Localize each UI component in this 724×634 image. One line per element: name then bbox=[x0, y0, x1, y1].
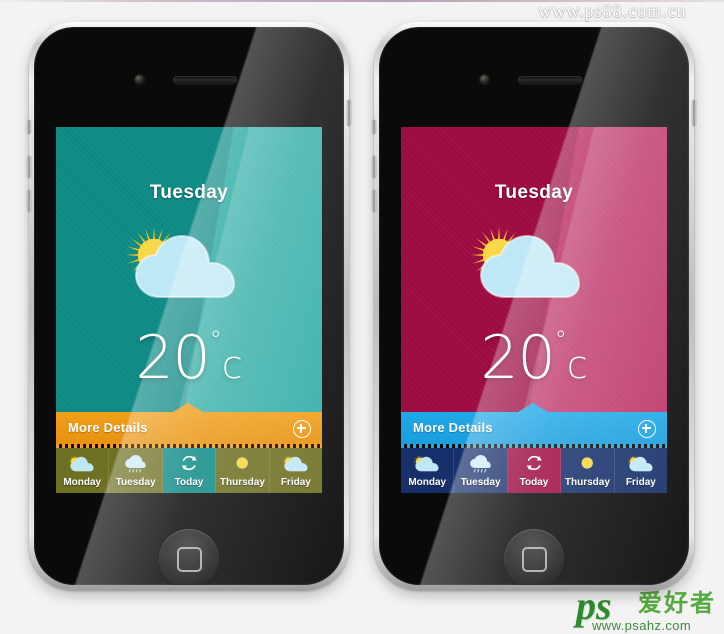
home-square-icon bbox=[522, 547, 547, 572]
weekday-forecast-bar: Monday Tuesday Today Thursday Friday bbox=[401, 448, 667, 493]
weekday-label: Today bbox=[519, 477, 549, 488]
weekday-label: Today bbox=[174, 477, 204, 488]
front-camera-icon bbox=[480, 75, 489, 84]
front-camera-icon bbox=[135, 75, 144, 84]
weekday-tile-thursday[interactable]: Thursday bbox=[561, 448, 615, 493]
weekday-tile-thursday[interactable]: Thursday bbox=[216, 448, 270, 493]
phone-device-1: Tuesday 20°c More Details Monday Tuesday… bbox=[27, 22, 351, 590]
sun-behind-cloud-icon bbox=[270, 453, 322, 473]
current-day-label: Tuesday bbox=[149, 182, 229, 203]
more-details-bar[interactable]: More Details bbox=[401, 403, 667, 444]
volume-down-button[interactable] bbox=[372, 190, 376, 212]
weekday-tile-today[interactable]: Today bbox=[162, 448, 217, 493]
temperature-readout: 20°c bbox=[56, 323, 322, 393]
logo-url-text: www.psahz.com bbox=[592, 618, 692, 633]
weekday-tile-tuesday[interactable]: Tuesday bbox=[109, 448, 163, 493]
weekday-label: Monday bbox=[63, 477, 102, 488]
rain-cloud-icon bbox=[109, 453, 161, 473]
sun-behind-cloud-icon bbox=[401, 453, 453, 473]
phone-device-2: Tuesday 20°c More Details Monday Tuesday… bbox=[372, 22, 696, 590]
phone-bezel: Tuesday 20°c More Details Monday Tuesday… bbox=[34, 27, 344, 585]
site-watermark: www.ps88.com.cn bbox=[538, 1, 687, 21]
logo-chinese-text: 爱好者 bbox=[638, 590, 716, 617]
weekday-label: Monday bbox=[408, 477, 447, 488]
mute-switch[interactable] bbox=[27, 120, 31, 134]
temperature-value: 20 bbox=[480, 323, 555, 393]
weekday-label: Thursday bbox=[219, 477, 265, 488]
sun-icon bbox=[561, 453, 613, 473]
weekday-tile-friday[interactable]: Friday bbox=[270, 448, 322, 493]
power-button[interactable] bbox=[347, 100, 351, 126]
power-button[interactable] bbox=[692, 100, 696, 126]
sun-behind-cloud-icon bbox=[116, 219, 256, 305]
temperature-value: 20 bbox=[135, 323, 210, 393]
weekday-label: Tuesday bbox=[460, 477, 501, 488]
psahz-logo: ps 爱好者 www.psahz.com bbox=[576, 586, 724, 634]
sun-behind-cloud-icon bbox=[56, 453, 108, 473]
weekday-forecast-bar: Monday Tuesday Today Thursday Friday bbox=[56, 448, 322, 493]
home-button[interactable] bbox=[504, 529, 564, 585]
current-day-label: Tuesday bbox=[494, 182, 574, 203]
phone-screen: Tuesday 20°c More Details Monday Tuesday… bbox=[401, 127, 667, 497]
weather-hero: Tuesday 20°c bbox=[56, 127, 322, 412]
rain-cloud-icon bbox=[454, 453, 506, 473]
weekday-tile-friday[interactable]: Friday bbox=[615, 448, 667, 493]
degree-symbol: ° bbox=[209, 326, 222, 354]
refresh-icon bbox=[163, 453, 215, 473]
details-bar-notch bbox=[518, 403, 548, 412]
refresh-icon bbox=[508, 453, 560, 473]
temperature-unit: c bbox=[221, 343, 243, 387]
plus-circle-icon[interactable] bbox=[293, 420, 311, 438]
weekday-tile-today[interactable]: Today bbox=[507, 448, 562, 493]
degree-symbol: ° bbox=[554, 326, 567, 354]
more-details-label: More Details bbox=[413, 420, 493, 435]
weekday-label: Friday bbox=[280, 477, 311, 488]
sun-icon bbox=[216, 453, 268, 473]
details-bar-notch bbox=[173, 403, 203, 412]
volume-up-button[interactable] bbox=[372, 156, 376, 178]
sun-behind-cloud-icon bbox=[461, 219, 601, 305]
temperature-readout: 20°c bbox=[401, 323, 667, 393]
phone-bezel: Tuesday 20°c More Details Monday Tuesday… bbox=[379, 27, 689, 585]
plus-circle-icon[interactable] bbox=[638, 420, 656, 438]
weather-hero: Tuesday 20°c bbox=[401, 127, 667, 412]
weekday-tile-monday[interactable]: Monday bbox=[56, 448, 110, 493]
phone-screen: Tuesday 20°c More Details Monday Tuesday… bbox=[56, 127, 322, 497]
sun-behind-cloud-icon bbox=[615, 453, 667, 473]
home-square-icon bbox=[177, 547, 202, 572]
more-details-label: More Details bbox=[68, 420, 148, 435]
earpiece-speaker bbox=[173, 76, 237, 84]
weekday-label: Thursday bbox=[564, 477, 610, 488]
weekday-tile-monday[interactable]: Monday bbox=[401, 448, 455, 493]
home-button[interactable] bbox=[159, 529, 219, 585]
weekday-label: Tuesday bbox=[115, 477, 156, 488]
volume-down-button[interactable] bbox=[27, 190, 31, 212]
weekday-label: Friday bbox=[625, 477, 656, 488]
volume-up-button[interactable] bbox=[27, 156, 31, 178]
earpiece-speaker bbox=[518, 76, 582, 84]
weekday-tile-tuesday[interactable]: Tuesday bbox=[454, 448, 508, 493]
more-details-bar[interactable]: More Details bbox=[56, 403, 322, 444]
temperature-unit: c bbox=[566, 343, 588, 387]
mute-switch[interactable] bbox=[372, 120, 376, 134]
